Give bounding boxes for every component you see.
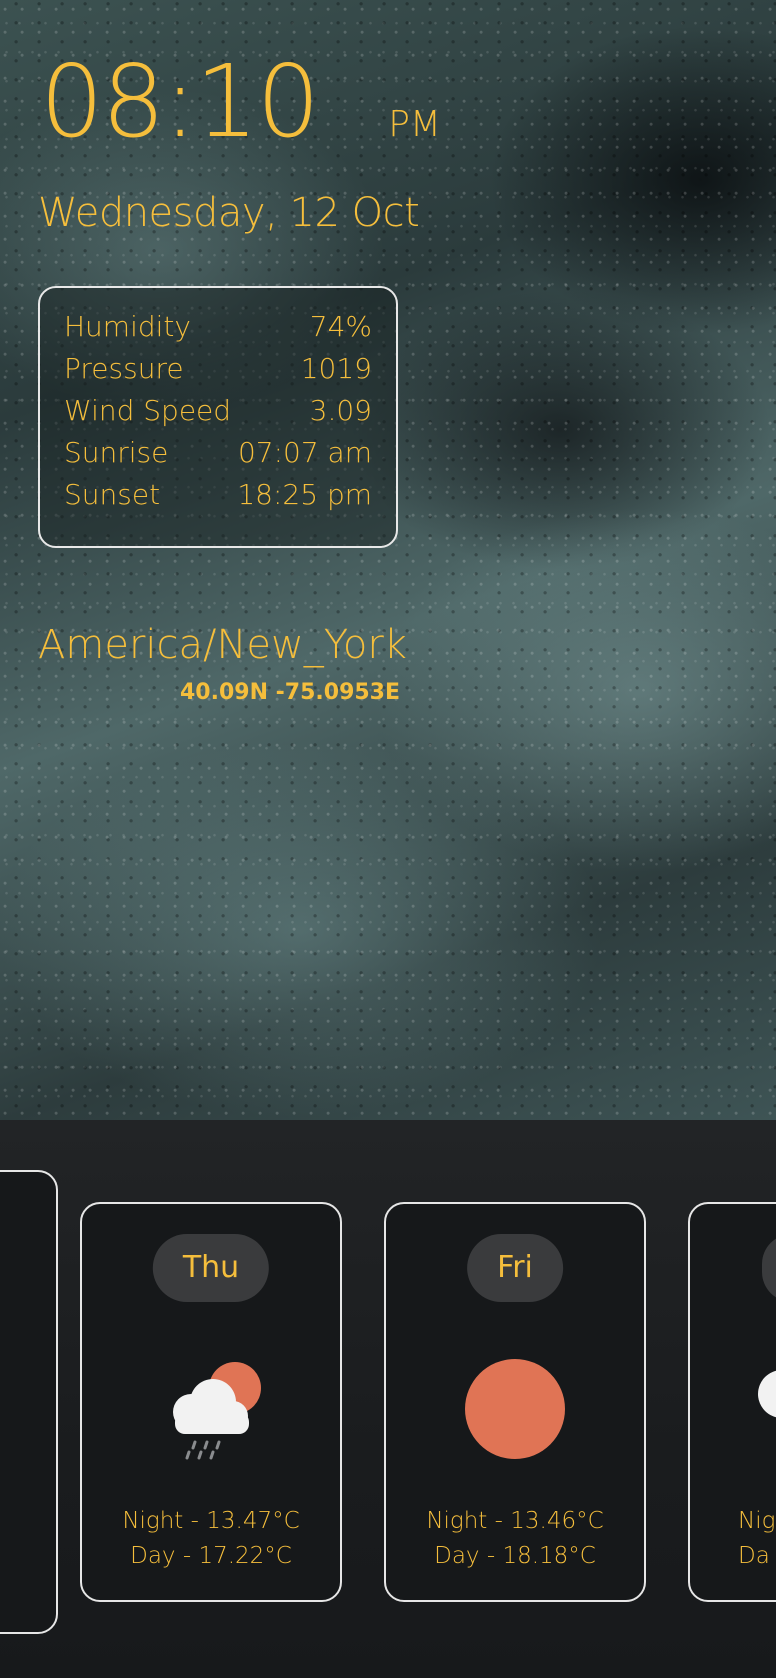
current-date: Wednesday, 12 Oct [38,190,420,236]
stat-label: Sunrise [64,436,169,469]
hero-background: 08:10 PM Wednesday, 12 Oct Humidity 74% … [0,0,776,1120]
day-temp: Day - 18.18°C [434,1543,596,1569]
forecast-day-pill [762,1234,776,1302]
forecast-temps: Night - 13.46°C Day - 18.18°C [386,1504,644,1574]
stat-label: Sunset [64,478,161,511]
stat-row-sunset: Sunset 18:25 pm [64,474,372,516]
stat-label: Wind Speed [64,394,232,427]
stat-value: 3.09 [309,394,372,427]
forecast-card-partial-left[interactable] [0,1170,58,1634]
stat-label: Pressure [64,352,184,385]
stat-value: 18:25 pm [237,478,372,511]
stat-value: 74% [309,310,372,343]
stat-label: Humidity [64,310,191,343]
forecast-card-partial-right[interactable]: Nig Da [688,1202,776,1602]
clock: 08:10 PM [40,52,441,152]
forecast-day-pill: Fri [467,1234,563,1302]
forecast-temps: Nig Da [738,1504,776,1574]
cloud-rain-sun-icon [151,1354,271,1468]
coordinates-label: 40.09N -75.0953E [180,680,401,705]
forecast-card-fri[interactable]: Fri Night - 13.46°C Day - 18.18°C [384,1202,646,1602]
clock-ampm: PM [388,104,441,145]
stat-row-wind-speed: Wind Speed 3.09 [64,390,372,432]
night-temp: Night - 13.47°C [122,1508,300,1534]
cloud-icon [754,1354,776,1438]
forecast-temps: Night - 13.47°C Day - 17.22°C [82,1504,340,1574]
night-temp: Night - 13.46°C [426,1508,604,1534]
timezone-label: America/New_York [38,622,407,668]
stat-row-pressure: Pressure 1019 [64,348,372,390]
stat-value: 07:07 am [237,436,372,469]
forecast-day-pill: Thu [152,1234,270,1302]
stat-row-sunrise: Sunrise 07:07 am [64,432,372,474]
stat-value: 1019 [300,352,372,385]
stat-row-humidity: Humidity 74% [64,306,372,348]
rain-texture [0,0,776,1120]
night-temp: Nig [738,1508,776,1534]
day-temp: Da [738,1543,770,1569]
day-temp: Day - 17.22°C [130,1543,292,1569]
forecast-card-thu[interactable]: Thu Night - 13.47°C Day - 17.22°C [80,1202,342,1602]
clock-time: 08:10 [40,43,320,160]
forecast-strip[interactable]: Thu Night - 13.47°C Day - 17.22°C Fri Ni… [0,1120,776,1678]
weather-stats-panel: Humidity 74% Pressure 1019 Wind Speed 3.… [38,286,398,548]
sun-icon [460,1354,570,1468]
